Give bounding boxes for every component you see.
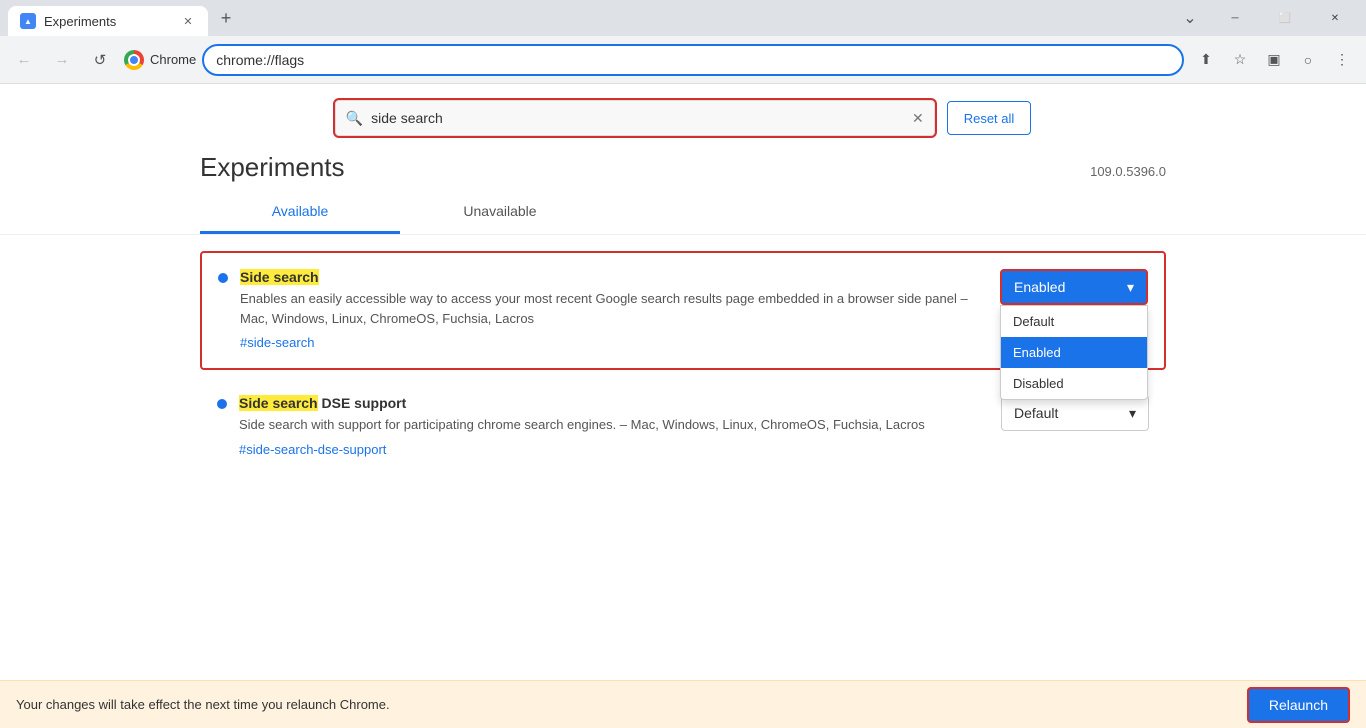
address-text: chrome://flags — [216, 52, 1170, 68]
refresh-button[interactable]: ↺ — [84, 44, 116, 76]
experiment-item-side-search: Side search Enables an easily accessible… — [200, 251, 1166, 370]
back-button[interactable]: ← — [8, 44, 40, 76]
address-bar[interactable]: chrome://flags — [202, 44, 1184, 76]
menu-button[interactable]: ⋮ — [1326, 44, 1358, 76]
chrome-label: Chrome — [150, 52, 196, 67]
bottom-notification-bar: Your changes will take effect the next t… — [0, 680, 1366, 728]
window-controls: ─ ⬜ ✕ — [1204, 0, 1366, 36]
experiment-dropdown-wrap-2: Default ▾ — [1001, 395, 1149, 431]
flags-search-box[interactable]: 🔍 side search ✕ — [335, 100, 935, 136]
search-area: 🔍 side search ✕ Reset all — [0, 84, 1366, 144]
profile-button[interactable]: ○ — [1292, 44, 1324, 76]
tab-available[interactable]: Available — [200, 191, 400, 234]
experiment-description: Enables an easily accessible way to acce… — [240, 289, 988, 328]
experiment-name-highlight: Side search — [240, 269, 319, 285]
dropdown-selected-label-2: Default — [1014, 405, 1058, 421]
experiment-link[interactable]: #side-search — [240, 335, 314, 350]
relaunch-message: Your changes will take effect the next t… — [16, 697, 390, 712]
share-button[interactable]: ⬆ — [1190, 44, 1222, 76]
experiment-name-highlight-2: Side search — [239, 395, 318, 411]
experiment-indicator-dot — [218, 273, 228, 283]
dropdown-option-default[interactable]: Default — [1001, 306, 1147, 337]
experiment-body-2: Side search DSE support Side search with… — [239, 395, 989, 459]
active-tab[interactable]: Experiments ✕ — [8, 6, 208, 36]
nav-right-actions: ⬆ ☆ ▣ ○ ⋮ — [1190, 44, 1358, 76]
page-title: Experiments — [200, 152, 345, 183]
tabs-container: Available Unavailable — [0, 191, 1366, 235]
tab-favicon — [20, 13, 36, 29]
search-input-value: side search — [371, 110, 904, 126]
dropdown-option-disabled[interactable]: Disabled — [1001, 368, 1147, 399]
minimize-button[interactable]: ─ — [1212, 3, 1258, 33]
version-text: 109.0.5396.0 — [1090, 164, 1166, 179]
relaunch-button[interactable]: Relaunch — [1247, 687, 1350, 723]
dropdown-selected-label: Enabled — [1014, 279, 1065, 295]
page-header: Experiments 109.0.5396.0 — [0, 144, 1366, 191]
tab-unavailable[interactable]: Unavailable — [400, 191, 600, 234]
page-content: 🔍 side search ✕ Reset all Experiments 10… — [0, 84, 1366, 728]
tab-title: Experiments — [44, 14, 116, 29]
experiment-name-2: Side search DSE support — [239, 395, 989, 411]
tab-list-button[interactable]: ⌄ — [1176, 4, 1204, 32]
experiment-dropdown-button[interactable]: Enabled ▾ — [1000, 269, 1148, 305]
reset-all-button[interactable]: Reset all — [947, 101, 1032, 135]
maximize-button[interactable]: ⬜ — [1262, 3, 1308, 33]
bookmark-button[interactable]: ☆ — [1224, 44, 1256, 76]
experiment-dropdown-button-2[interactable]: Default ▾ — [1001, 395, 1149, 431]
dropdown-arrow-icon-2: ▾ — [1129, 405, 1136, 422]
new-tab-button[interactable]: + — [212, 4, 240, 32]
tab-close-button[interactable]: ✕ — [180, 13, 196, 29]
browser-frame: Experiments ✕ + ⌄ ─ ⬜ ✕ ← → ↺ Chrome chr… — [0, 0, 1366, 728]
navigation-bar: ← → ↺ Chrome chrome://flags ⬆ ☆ ▣ ○ ⋮ — [0, 36, 1366, 84]
experiment-dropdown-list: Default Enabled Disabled — [1000, 305, 1148, 400]
dropdown-arrow-icon: ▾ — [1127, 279, 1134, 296]
search-icon: 🔍 — [346, 110, 363, 127]
chrome-logo-icon — [124, 50, 144, 70]
experiment-dropdown-wrap: Enabled ▾ Default Enabled Disabled — [1000, 269, 1148, 305]
experiment-description-2: Side search with support for participati… — [239, 415, 989, 435]
close-button[interactable]: ✕ — [1312, 3, 1358, 33]
tab-strip: Experiments ✕ + — [0, 0, 1176, 36]
experiments-list: Side search Enables an easily accessible… — [0, 235, 1366, 500]
dropdown-option-enabled[interactable]: Enabled — [1001, 337, 1147, 368]
experiment-indicator-dot-2 — [217, 399, 227, 409]
sidebar-button[interactable]: ▣ — [1258, 44, 1290, 76]
experiment-name: Side search — [240, 269, 988, 285]
search-clear-button[interactable]: ✕ — [912, 110, 924, 127]
experiment-body: Side search Enables an easily accessible… — [240, 269, 988, 352]
forward-button[interactable]: → — [46, 44, 78, 76]
tabs-row: Available Unavailable — [200, 191, 1166, 234]
title-bar: Experiments ✕ + ⌄ ─ ⬜ ✕ — [0, 0, 1366, 36]
experiment-link-2[interactable]: #side-search-dse-support — [239, 442, 386, 457]
